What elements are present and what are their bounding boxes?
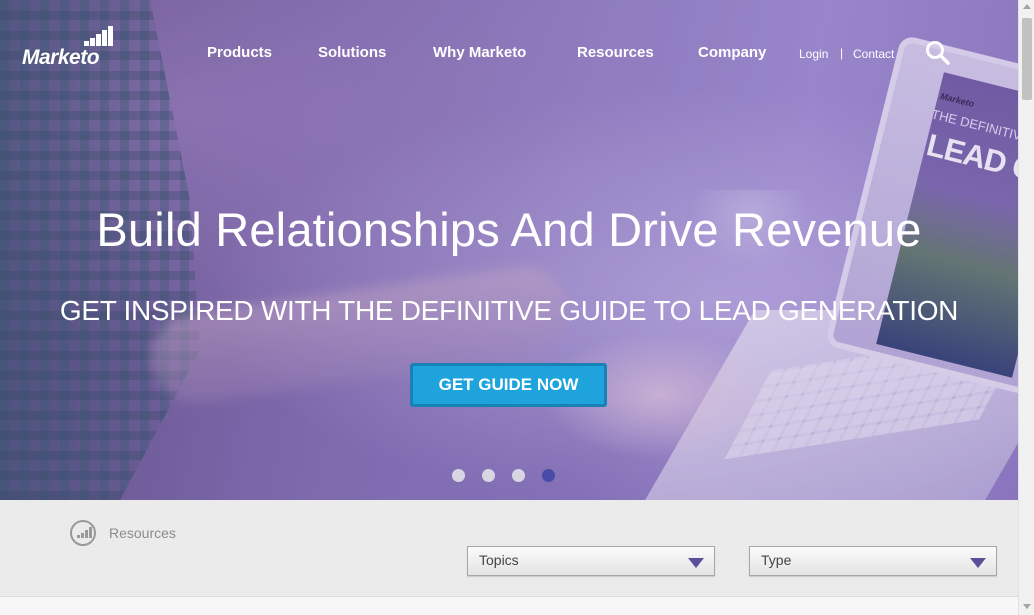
carousel-dot-1[interactable] — [452, 469, 465, 482]
search-icon — [926, 41, 950, 65]
type-select[interactable]: Type — [749, 546, 997, 576]
nav-why-marketo[interactable]: Why Marketo — [433, 44, 526, 61]
resources-label: Resources — [109, 525, 176, 541]
nav-products[interactable]: Products — [207, 44, 272, 61]
page-scrollbar[interactable] — [1018, 0, 1034, 615]
chevron-down-icon — [688, 558, 704, 568]
type-select-label: Type — [761, 552, 792, 568]
nav-separator: | — [840, 46, 844, 60]
nav-company[interactable]: Company — [698, 44, 766, 61]
marketo-bars-logo-icon — [84, 26, 114, 46]
chevron-down-icon — [970, 558, 986, 568]
logo-wordmark: Marketo — [22, 46, 100, 69]
get-guide-button[interactable]: GET GUIDE NOW — [410, 363, 607, 407]
nav-resources[interactable]: Resources — [577, 44, 654, 61]
hero-headline: Build Relationships And Drive Revenue — [96, 203, 922, 256]
marketo-logo[interactable]: Marketo — [22, 26, 122, 72]
scroll-down-arrow-icon[interactable] — [1023, 604, 1031, 609]
carousel-dot-2[interactable] — [482, 469, 495, 482]
resources-chart-icon — [70, 520, 96, 546]
login-link[interactable]: Login — [799, 47, 828, 61]
contact-link[interactable]: Contact — [853, 47, 894, 61]
carousel-dot-4[interactable] — [542, 469, 555, 482]
content-area-top — [0, 596, 1018, 615]
topics-select[interactable]: Topics — [467, 546, 715, 576]
scroll-up-arrow-icon[interactable] — [1023, 4, 1031, 9]
hero-subhead: GET INSPIRED WITH THE DEFINITIVE GUIDE T… — [59, 295, 959, 326]
search-button[interactable] — [925, 40, 951, 66]
carousel-dot-3[interactable] — [512, 469, 525, 482]
scrollbar-thumb[interactable] — [1022, 18, 1032, 100]
carousel-dots — [452, 469, 562, 483]
nav-solutions[interactable]: Solutions — [318, 44, 386, 61]
topics-select-label: Topics — [479, 552, 519, 568]
